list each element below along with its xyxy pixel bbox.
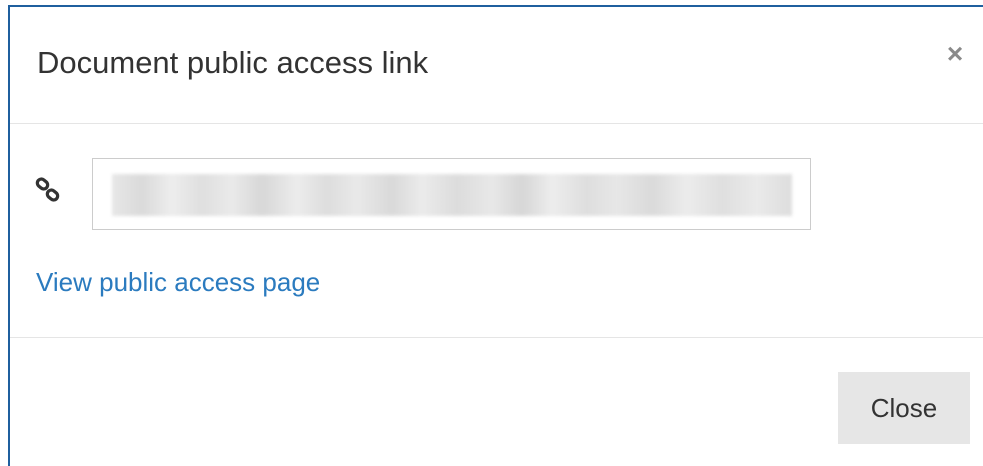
public-link-input[interactable] (92, 158, 811, 230)
close-icon[interactable]: × (942, 40, 968, 68)
dialog-body: View public access page (10, 124, 983, 338)
dialog-header: Document public access link × (10, 7, 983, 124)
public-access-dialog: Document public access link × View publi… (8, 5, 983, 466)
dialog-title: Document public access link (37, 45, 429, 80)
dialog-footer: Close (10, 338, 983, 466)
link-icon (35, 177, 61, 203)
close-button[interactable]: Close (838, 372, 970, 444)
view-public-access-page-link[interactable]: View public access page (36, 267, 320, 298)
